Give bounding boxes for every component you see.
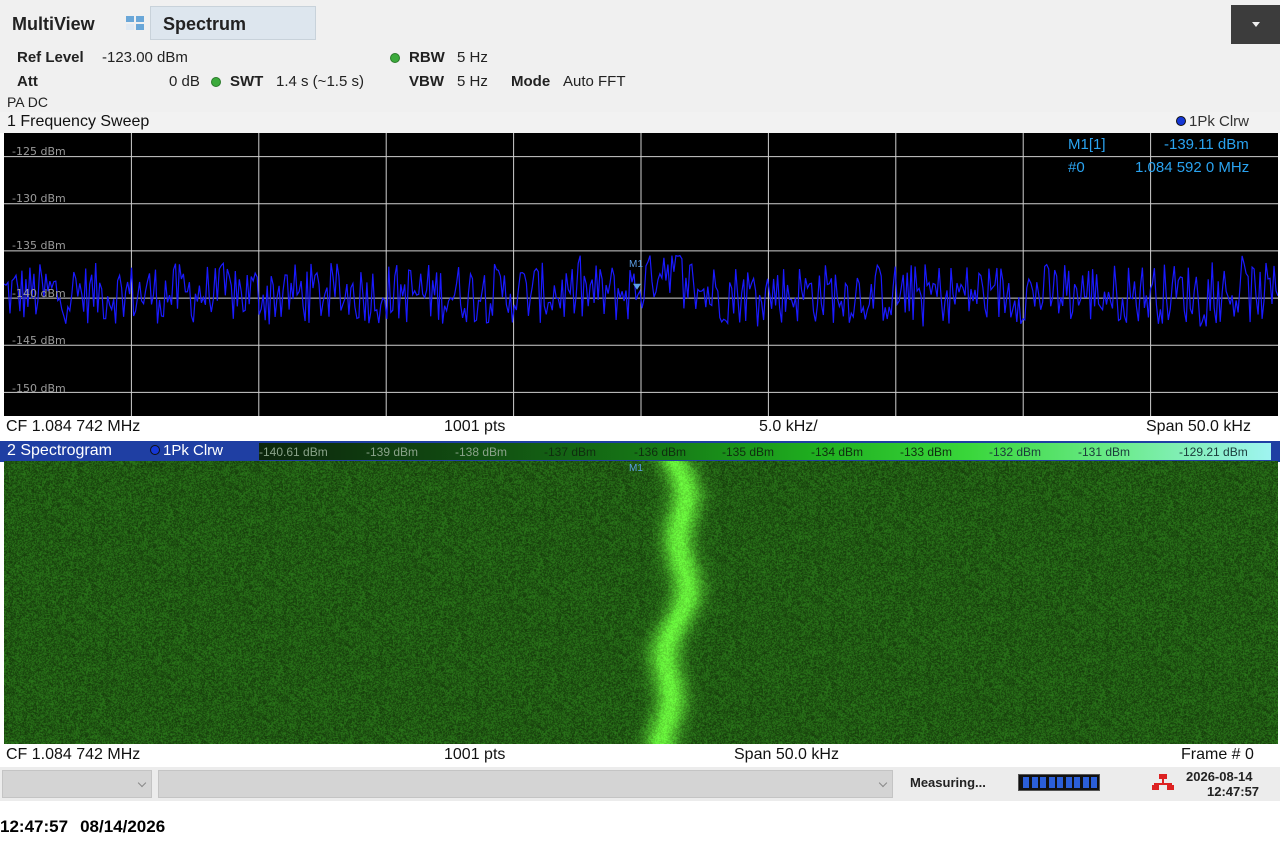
- status-date: 2026-08-14: [1186, 769, 1253, 784]
- rbw-label: RBW: [409, 49, 445, 66]
- measurement-progress: [1018, 774, 1100, 791]
- window2-footer: CF 1.084 742 MHz 1001 pts Span 50.0 kHz …: [0, 744, 1280, 766]
- colorbar-label: -131 dBm: [1078, 445, 1131, 459]
- frequency-sweep-plot[interactable]: -125 dBm -130 dBm -135 dBm -140 dBm -145…: [4, 133, 1278, 416]
- y-tick-label: -140 dBm: [12, 287, 66, 300]
- vbw-value: 5 Hz: [457, 73, 488, 90]
- chevron-down-icon: [137, 778, 147, 788]
- frequency-per-division: 5.0 kHz/: [759, 418, 818, 435]
- colorbar-label: -138 dBm: [455, 445, 508, 459]
- points-count: 1001 pts: [444, 418, 506, 435]
- trace-indicator-icon: [1176, 116, 1186, 126]
- status-bar: Measuring... 2026-08-14 12:47:57: [0, 767, 1280, 801]
- progress-segment: [1074, 777, 1080, 788]
- tab-label: Spectrum: [163, 14, 247, 34]
- mode-value: Auto FFT: [563, 73, 626, 90]
- progress-segment: [1048, 777, 1055, 788]
- att-label: Att: [17, 73, 38, 90]
- progress-segment: [1091, 777, 1097, 788]
- timestamp-date: 08/14/2026: [80, 817, 166, 836]
- app-title: MultiView: [12, 14, 95, 34]
- colorbar-label: -133 dBm: [900, 445, 953, 459]
- center-frequency: CF 1.084 742 MHz: [6, 746, 141, 763]
- frame-number: Frame # 0: [1181, 746, 1254, 763]
- progress-segment: [1031, 777, 1038, 788]
- marker-m1[interactable]: [633, 283, 641, 290]
- coupling-label: PA DC: [7, 94, 48, 110]
- progress-segment: [1082, 777, 1089, 788]
- swt-value: 1.4 s (~1.5 s): [276, 73, 364, 90]
- status-dropdown-1[interactable]: [2, 770, 152, 798]
- progress-segment: [1065, 777, 1072, 788]
- status-time: 12:47:57: [1207, 784, 1260, 799]
- marker-level: -139.11 dBm: [1164, 136, 1249, 153]
- center-frequency: CF 1.084 742 MHz: [6, 418, 141, 435]
- colorbar-label: -140.61 dBm: [259, 445, 328, 459]
- colorbar-label: -139 dBm: [366, 445, 419, 459]
- window2-title: 2 Spectrogram: [7, 442, 112, 459]
- swt-label: SWT: [230, 73, 264, 90]
- marker-m1-label[interactable]: M1: [629, 463, 643, 474]
- trace-indicator-icon: [150, 445, 160, 455]
- window2-trace-label[interactable]: 1Pk Clrw: [150, 442, 223, 459]
- window1-header[interactable]: 1 Frequency Sweep 1Pk Clrw: [0, 112, 1280, 133]
- mode-label: Mode: [511, 73, 551, 90]
- spectrogram-colorbar: -140.61 dBm -139 dBm -138 dBm -137 dBm -136 …: [259, 443, 1271, 460]
- window1-title: 1 Frequency Sweep: [7, 113, 150, 130]
- progress-segment: [1057, 777, 1063, 788]
- timestamp-time: 12:47:57: [0, 817, 69, 836]
- colorbar-label: -132 dBm: [989, 445, 1042, 459]
- vbw-label: VBW: [409, 73, 444, 90]
- progress-segment: [1040, 777, 1046, 788]
- marker-frequency: 1.084 592 0 MHz: [1135, 159, 1250, 176]
- ref-level-value: -123.00 dBm: [102, 49, 188, 66]
- ref-level-label: Ref Level: [17, 49, 84, 66]
- measuring-status: Measuring...: [910, 775, 986, 790]
- y-tick-label: -135 dBm: [12, 239, 66, 252]
- chevron-down-icon: [878, 778, 888, 788]
- settings-panel: Ref Level -123.00 dBm RBW 5 Hz Att 0 dB …: [0, 46, 1280, 112]
- colorbar-label: -129.21 dBm: [1179, 445, 1248, 459]
- window1-trace-label[interactable]: 1Pk Clrw: [1176, 113, 1249, 130]
- spectrogram-display[interactable]: M1: [4, 461, 1278, 744]
- colorbar-label: -135 dBm: [722, 445, 775, 459]
- menu-button[interactable]: [1231, 5, 1280, 44]
- swt-status-led: [211, 77, 221, 87]
- points-count: 1001 pts: [444, 746, 506, 763]
- screenshot-timestamp: 12:47:57 08/14/2026: [0, 817, 177, 837]
- y-tick-label: -150 dBm: [12, 382, 66, 395]
- att-value: 0 dB: [169, 73, 200, 90]
- colorbar-label: -134 dBm: [811, 445, 864, 459]
- span: Span 50.0 kHz: [734, 746, 839, 763]
- chevron-down-icon: [1252, 22, 1260, 27]
- colorbar-label: -137 dBm: [544, 445, 597, 459]
- status-dropdown-2[interactable]: [158, 770, 893, 798]
- y-tick-label: -145 dBm: [12, 334, 66, 347]
- network-icon: [1152, 774, 1174, 790]
- colorbar-label: -136 dBm: [634, 445, 687, 459]
- marker-name: M1[1]: [1068, 136, 1106, 153]
- span: Span 50.0 kHz: [1146, 418, 1251, 435]
- y-tick-label: -125 dBm: [12, 145, 66, 158]
- marker-index: #0: [1068, 159, 1085, 176]
- y-tick-label: -130 dBm: [12, 192, 66, 205]
- progress-segment: [1023, 777, 1029, 788]
- window1-footer: CF 1.084 742 MHz 1001 pts 5.0 kHz/ Span …: [0, 416, 1280, 438]
- multiview-icon[interactable]: [126, 16, 144, 30]
- marker-m1-label[interactable]: M1: [629, 259, 643, 270]
- title-bar: MultiView Spectrum: [0, 0, 1280, 46]
- tab-spectrum[interactable]: Spectrum: [150, 6, 316, 40]
- spectrogram-image: [4, 461, 1278, 744]
- sweep-chart: [4, 133, 1278, 416]
- rbw-value: 5 Hz: [457, 49, 488, 66]
- rbw-status-led: [390, 53, 400, 63]
